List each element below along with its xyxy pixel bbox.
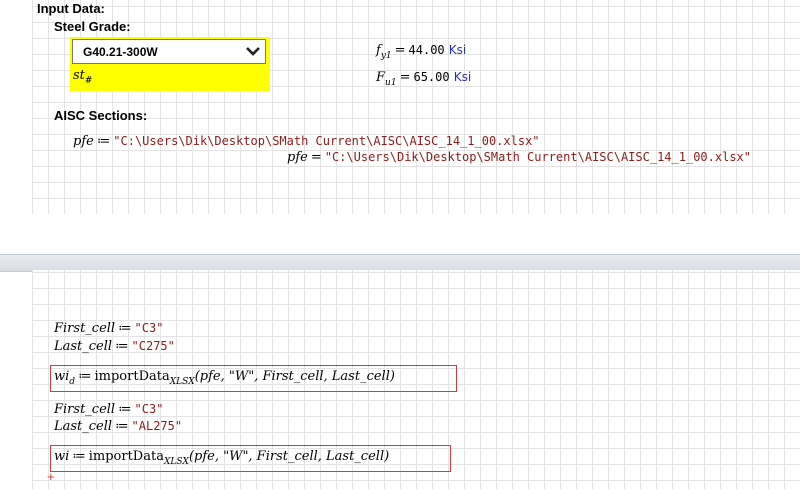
last-cell-1-value: "C275" bbox=[131, 339, 175, 353]
wi-func: importData bbox=[88, 449, 164, 464]
pfe-def-name: pfe bbox=[73, 134, 94, 149]
wi-op: ≔ bbox=[72, 449, 86, 464]
last-cell-def-1[interactable]: Last_cell ≔ "C275" bbox=[54, 339, 175, 354]
wid-args: (pfe, "W", First_cell, Last_cell) bbox=[194, 369, 395, 384]
wi-name: wi bbox=[54, 449, 70, 464]
last-cell-2-value: "AL275" bbox=[131, 419, 183, 433]
pfe-evaluation[interactable]: pfe = "C:\Users\Dik\Desktop\SMath Current\… bbox=[287, 150, 751, 165]
first-cell-def-1[interactable]: First_cell ≔ "C3" bbox=[54, 321, 163, 336]
wid-func-sub: XLSX bbox=[169, 377, 195, 387]
wi-args: (pfe, "W", First_cell, Last_cell) bbox=[188, 449, 390, 464]
first-cell-def-2[interactable]: First_cell ≔ "C3" bbox=[54, 402, 163, 417]
last-cell-1-op: ≔ bbox=[115, 339, 129, 354]
steel-grade-value: G40.21-300W bbox=[83, 45, 158, 59]
pfe-eval-name: pfe bbox=[287, 150, 308, 165]
steel-grade-label: Steel Grade: bbox=[54, 19, 131, 34]
wi-func-sub: XLSX bbox=[163, 457, 189, 467]
first-cell-1-name: First_cell bbox=[54, 321, 116, 336]
pfe-def-op: ≔ bbox=[96, 134, 111, 149]
st-variable: st# bbox=[73, 68, 93, 86]
last-cell-def-2[interactable]: Last_cell ≔ "AL275" bbox=[54, 419, 182, 434]
first-cell-1-value: "C3" bbox=[134, 321, 164, 335]
wi-expression[interactable]: wi ≔ importDataXLSX(pfe, "W", First_cell, … bbox=[54, 449, 390, 467]
fy-expression[interactable]: fy1 = 44.00 Ksi bbox=[376, 43, 467, 61]
worksheet-grid-top[interactable] bbox=[32, 0, 800, 214]
wid-op: ≔ bbox=[78, 369, 92, 384]
fu-sub: u1 bbox=[385, 78, 397, 88]
fu-value: 65.00 bbox=[413, 70, 450, 84]
first-cell-1-op: ≔ bbox=[118, 321, 132, 336]
pfe-eval-op: = bbox=[310, 150, 322, 165]
steel-grade-dropdown[interactable]: G40.21-300W bbox=[72, 39, 266, 64]
wid-func: importData bbox=[94, 369, 170, 384]
last-cell-2-name: Last_cell bbox=[54, 419, 113, 434]
wid-expression[interactable]: wid ≔ importDataXLSX(pfe, "W", First_cell,… bbox=[54, 369, 395, 387]
fu-name: F bbox=[376, 70, 386, 85]
aisc-sections-label: AISC Sections: bbox=[54, 108, 148, 123]
fy-unit: Ksi bbox=[448, 43, 467, 57]
fu-unit: Ksi bbox=[453, 70, 472, 84]
insert-point-marker: + bbox=[47, 469, 55, 484]
fy-sub: y1 bbox=[380, 51, 392, 61]
first-cell-2-value: "C3" bbox=[134, 402, 164, 416]
fy-value: 44.00 bbox=[408, 43, 445, 57]
st-var-sub: # bbox=[84, 76, 93, 86]
pfe-eval-value: "C:\Users\Dik\Desktop\SMath Current\AISC… bbox=[324, 150, 751, 164]
first-cell-2-name: First_cell bbox=[54, 402, 116, 417]
last-cell-1-name: Last_cell bbox=[54, 339, 113, 354]
pfe-definition[interactable]: pfe ≔ "C:\Users\Dik\Desktop\SMath Current\… bbox=[73, 134, 540, 149]
input-data-heading: Input Data: bbox=[37, 1, 105, 16]
last-cell-2-op: ≔ bbox=[115, 419, 129, 434]
first-cell-2-op: ≔ bbox=[118, 402, 132, 417]
st-var-name: st bbox=[73, 68, 85, 83]
wid-sub: d bbox=[69, 377, 76, 387]
wid-name: wi bbox=[54, 369, 70, 384]
chevron-down-icon[interactable] bbox=[246, 45, 260, 57]
fu-expression[interactable]: Fu1 = 65.00 Ksi bbox=[376, 70, 472, 88]
pfe-def-value: "C:\Users\Dik\Desktop\SMath Current\AISC… bbox=[113, 134, 540, 148]
